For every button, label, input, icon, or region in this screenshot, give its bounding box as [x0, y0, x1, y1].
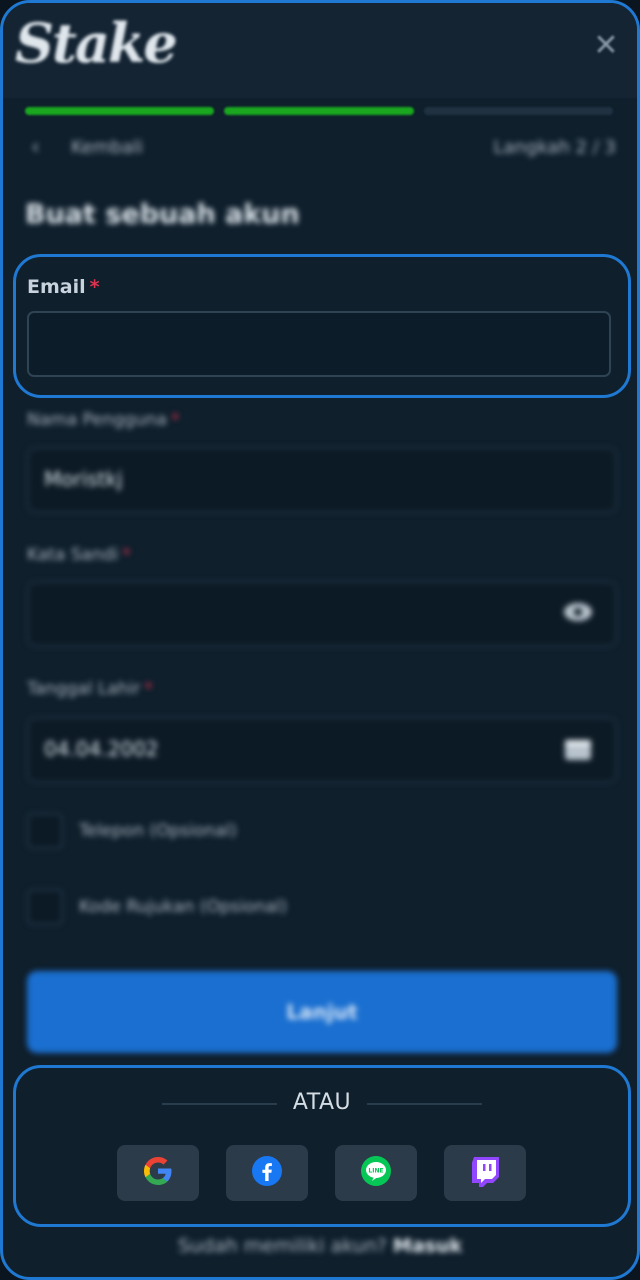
required-mark: * [144, 679, 153, 699]
registration-modal: Stake ✕ ‹ Kembali Langkah 2 / 3 Buat seb… [0, 0, 640, 1280]
step-nav: ‹ Kembali Langkah 2 / 3 [31, 135, 616, 165]
referral-checkbox-label: Kode Rujukan (Opsional) [79, 897, 288, 917]
divider-line-right [367, 1103, 482, 1105]
email-label-text: Email [27, 276, 86, 298]
calendar-icon[interactable] [563, 737, 593, 763]
twitch-icon [470, 1155, 500, 1191]
login-link[interactable]: Masuk [393, 1235, 462, 1257]
google-icon [141, 1154, 175, 1192]
password-label-text: Kata Sandi [27, 545, 119, 565]
progress-segment-2 [224, 107, 414, 115]
email-label: Email * [27, 276, 100, 298]
email-input[interactable] [27, 311, 611, 377]
or-divider: ATAU [16, 1086, 628, 1120]
required-mark: * [89, 276, 100, 298]
google-login-button[interactable] [117, 1145, 199, 1201]
close-icon[interactable]: ✕ [591, 31, 621, 61]
step-progress-bar [25, 107, 613, 117]
password-input[interactable] [27, 581, 617, 647]
page-title: Buat sebuah akun [25, 199, 300, 230]
chevron-left-icon[interactable]: ‹ [31, 135, 40, 160]
username-label-text: Nama Pengguna [27, 410, 167, 430]
twitch-login-button[interactable] [444, 1145, 526, 1201]
referral-checkbox[interactable] [27, 889, 63, 925]
continue-button[interactable]: Lanjut [27, 971, 617, 1053]
required-mark: * [170, 410, 180, 430]
password-label: Kata Sandi * [27, 545, 131, 565]
line-icon: LINE [360, 1155, 392, 1191]
referral-optional-row[interactable]: Kode Rujukan (Opsional) [27, 889, 527, 929]
svg-text:LINE: LINE [368, 1168, 383, 1175]
birthdate-input[interactable]: 04.04.2002 [27, 717, 617, 783]
stake-logo: Stake [15, 11, 178, 75]
back-button[interactable]: Kembali [71, 137, 143, 158]
or-label: ATAU [292, 1090, 352, 1115]
facebook-login-button[interactable] [226, 1145, 308, 1201]
username-value: Moristkj [44, 467, 123, 491]
birthdate-label: Tanggal Lahir * [27, 679, 153, 699]
phone-checkbox-label: Telepon (Opsional) [79, 821, 237, 841]
birthdate-value: 04.04.2002 [44, 737, 159, 761]
social-login-group: ATAU LINE [13, 1065, 631, 1227]
username-label: Nama Pengguna * [27, 410, 179, 430]
login-prompt-text: Sudah memiliki akun? [177, 1235, 387, 1257]
required-mark: * [122, 545, 131, 565]
login-prompt: Sudah memiliki akun? Masuk [3, 1235, 637, 1257]
step-indicator: Langkah 2 / 3 [493, 137, 616, 158]
line-login-button[interactable]: LINE [335, 1145, 417, 1201]
facebook-icon [251, 1155, 283, 1191]
birthdate-label-text: Tanggal Lahir [27, 679, 141, 699]
eye-icon[interactable] [563, 601, 593, 627]
phone-checkbox[interactable] [27, 813, 63, 849]
modal-header: Stake ✕ [3, 3, 637, 98]
username-input[interactable]: Moristkj [27, 447, 617, 513]
progress-segment-1 [25, 107, 215, 115]
progress-segment-3 [423, 107, 613, 115]
email-field-group: Email * [13, 254, 631, 398]
phone-optional-row[interactable]: Telepon (Opsional) [27, 813, 527, 853]
